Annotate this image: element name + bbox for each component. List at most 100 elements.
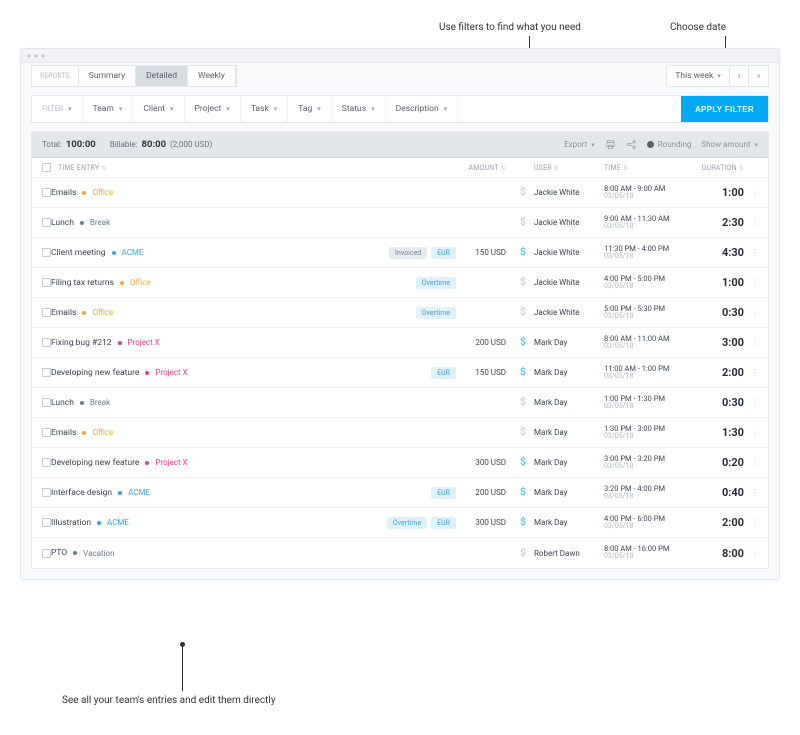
row-checkbox[interactable] [42, 428, 51, 437]
window-control[interactable] [34, 54, 38, 58]
table-row[interactable]: Client meetingACMEInvoicedEUR150 USD$Jac… [32, 238, 768, 268]
date-range-button[interactable]: This week ▾ [667, 66, 729, 86]
time-date: 03/05/18 [604, 253, 694, 261]
user-name: Mark Day [534, 518, 604, 527]
row-checkbox[interactable] [42, 549, 51, 558]
export-label: Export [564, 140, 587, 149]
select-all-checkbox[interactable] [42, 163, 51, 172]
table-row[interactable]: LunchBreak$Jackie White9:00 AM - 11:30 A… [32, 208, 768, 238]
project-dot [97, 521, 101, 525]
chevron-down-icon: ▾ [226, 105, 230, 113]
table-row[interactable]: Interface designACMEEUR200 USD$Mark Day3… [32, 478, 768, 508]
table-row[interactable]: PTOVacation$Robert Dawn8:00 AM - 16:00 P… [32, 538, 768, 568]
row-more-button[interactable]: ⋮ [744, 188, 758, 198]
project-name: Vacation [83, 549, 114, 558]
billable-icon[interactable]: $ [520, 307, 526, 318]
table-row[interactable]: EmailsOfficeOvertime$Jackie White5:00 PM… [32, 298, 768, 328]
apply-filter-button[interactable]: APPLY FILTER [681, 96, 768, 122]
row-checkbox[interactable] [42, 218, 51, 227]
row-more-button[interactable]: ⋮ [744, 278, 758, 288]
row-checkbox[interactable] [42, 458, 51, 467]
filter-header[interactable]: FILTER ▾ [32, 96, 83, 122]
billable-icon[interactable]: $ [520, 337, 526, 348]
filter-task[interactable]: Task▾ [241, 96, 288, 122]
rounding-toggle[interactable]: Rounding [647, 140, 692, 149]
table-row[interactable]: Developing new featureProject X300 USD$M… [32, 448, 768, 478]
date-prev-button[interactable]: ‹ [729, 66, 749, 86]
billable-icon[interactable]: $ [520, 487, 526, 498]
window-control[interactable] [41, 54, 45, 58]
time-cell: 4:00 PM - 5:00 PM03/05/18 [604, 275, 694, 291]
row-more-button[interactable]: ⋮ [744, 368, 758, 378]
filter-status[interactable]: Status▾ [332, 96, 386, 122]
table-row[interactable]: EmailsOffice$Mark Day1:30 PM - 3:00 PM03… [32, 418, 768, 448]
filter-team[interactable]: Team▾ [83, 96, 134, 122]
filter-tag[interactable]: Tag▾ [288, 96, 332, 122]
tab-summary[interactable]: Summary [79, 66, 136, 86]
tab-weekly[interactable]: Weekly [188, 66, 236, 86]
window-control[interactable] [27, 54, 31, 58]
billable-icon[interactable]: $ [520, 548, 526, 559]
row-more-button[interactable]: ⋮ [744, 338, 758, 348]
duration-value: 3:00 [694, 336, 744, 349]
billable-icon[interactable]: $ [520, 457, 526, 468]
row-checkbox[interactable] [42, 278, 51, 287]
col-time[interactable]: TIME⇅ [604, 164, 694, 172]
filter-label: Description [396, 104, 439, 114]
date-next-button[interactable]: › [748, 66, 768, 86]
billable-icon[interactable]: $ [520, 427, 526, 438]
chevron-down-icon: ▾ [317, 105, 321, 113]
row-more-button[interactable]: ⋮ [744, 398, 758, 408]
user-name: Mark Day [534, 488, 604, 497]
show-amount-button[interactable]: Show amount ▾ [701, 140, 758, 149]
billable-icon[interactable]: $ [520, 247, 526, 258]
table-row[interactable]: Fixing bug #212Project X200 USD$Mark Day… [32, 328, 768, 358]
col-time-entry[interactable]: TIME ENTRY⇅ [58, 164, 364, 172]
row-more-button[interactable]: ⋮ [744, 488, 758, 498]
filter-description[interactable]: Description▾ [386, 96, 459, 122]
table-row[interactable]: Developing new featureProject XEUR150 US… [32, 358, 768, 388]
filter-project[interactable]: Project▾ [185, 96, 241, 122]
billable-icon[interactable]: $ [520, 187, 526, 198]
export-button[interactable]: Export ▾ [564, 140, 595, 149]
more-icon: ⋮ [751, 278, 759, 288]
billable-icon[interactable]: $ [520, 517, 526, 528]
row-checkbox[interactable] [42, 398, 51, 407]
row-more-button[interactable]: ⋮ [744, 218, 758, 228]
col-amount[interactable]: AMOUNT⇅ [456, 164, 512, 172]
billable-icon[interactable]: $ [520, 277, 526, 288]
row-more-button[interactable]: ⋮ [744, 518, 758, 528]
project-dot [82, 311, 86, 315]
time-cell: 11:00 AM - 1:00 PM03/05/18 [604, 365, 694, 381]
billable-icon[interactable]: $ [520, 367, 526, 378]
col-user[interactable]: USER⇅ [534, 164, 604, 172]
tab-detailed[interactable]: Detailed [136, 66, 188, 86]
row-checkbox[interactable] [42, 188, 51, 197]
row-checkbox[interactable] [42, 308, 51, 317]
table-row[interactable]: IllustrationACMEOvertimeEUR300 USD$Mark … [32, 508, 768, 538]
tabs-label: REPORTS [32, 66, 79, 86]
billable-icon[interactable]: $ [520, 217, 526, 228]
amount-value: 300 USD [456, 518, 512, 527]
table-row[interactable]: Filing tax returnsOfficeOvertime$Jackie … [32, 268, 768, 298]
row-more-button[interactable]: ⋮ [744, 458, 758, 468]
row-more-button[interactable]: ⋮ [744, 548, 758, 558]
row-more-button[interactable]: ⋮ [744, 308, 758, 318]
row-more-button[interactable]: ⋮ [744, 428, 758, 438]
row-checkbox[interactable] [42, 488, 51, 497]
row-checkbox[interactable] [42, 248, 51, 257]
badge-eur: EUR [431, 517, 456, 529]
more-icon: ⋮ [751, 518, 759, 528]
row-checkbox[interactable] [42, 368, 51, 377]
row-more-button[interactable]: ⋮ [744, 248, 758, 258]
table-row[interactable]: EmailsOffice$Jackie White8:00 AM - 9:00 … [32, 178, 768, 208]
col-duration[interactable]: DURATION⇅ [694, 164, 744, 172]
share-button[interactable] [626, 139, 637, 150]
row-checkbox[interactable] [42, 338, 51, 347]
share-icon [626, 139, 637, 150]
billable-icon[interactable]: $ [520, 397, 526, 408]
filter-client[interactable]: Client▾ [133, 96, 184, 122]
table-row[interactable]: LunchBreak$Mark Day1:00 PM - 1:30 PM03/0… [32, 388, 768, 418]
print-button[interactable] [605, 139, 616, 150]
row-checkbox[interactable] [42, 518, 51, 527]
